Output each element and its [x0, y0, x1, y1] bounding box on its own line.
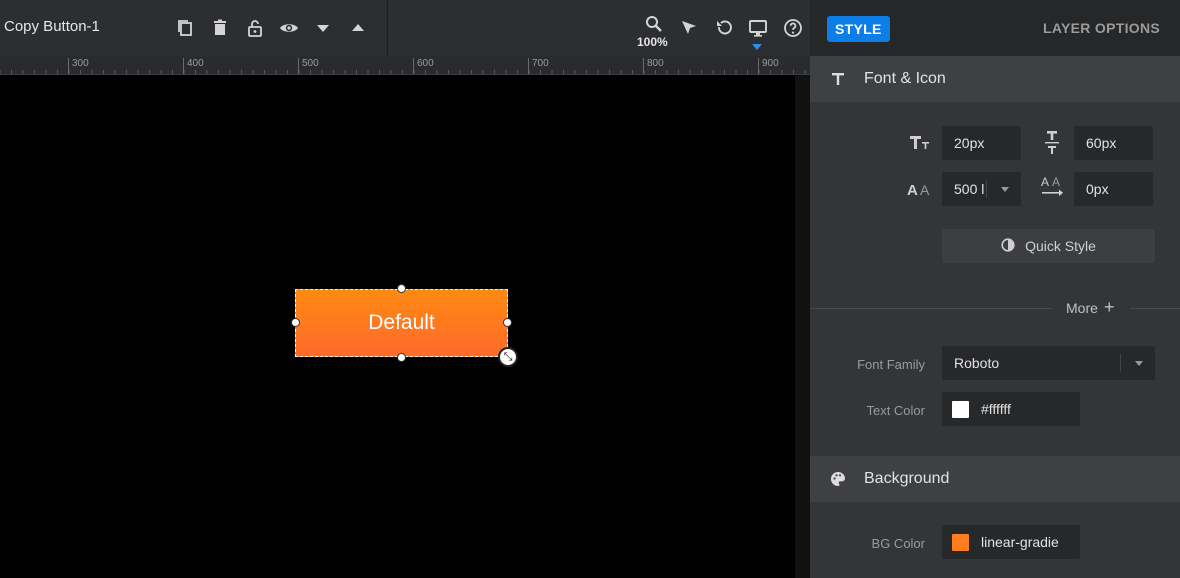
- tab-style[interactable]: STYLE: [827, 16, 890, 42]
- ruler-ticks: [0, 70, 806, 74]
- zoom-icon[interactable]: [642, 10, 666, 38]
- svg-text:A: A: [920, 182, 930, 197]
- resize-handle-left[interactable]: [291, 318, 300, 327]
- line-height-icon: [1038, 129, 1066, 157]
- move-up-icon[interactable]: [346, 14, 370, 42]
- line-height-value: 60px: [1086, 135, 1117, 151]
- svg-text:A: A: [1052, 175, 1060, 189]
- quick-style-button[interactable]: Quick Style: [942, 229, 1155, 263]
- svg-text:A: A: [1041, 175, 1049, 189]
- text-color-picker[interactable]: #ffffff: [942, 392, 1080, 426]
- ruler-label: 900: [758, 58, 779, 74]
- letter-spacing-value: 0px: [1086, 181, 1109, 197]
- section-title: Font & Icon: [864, 70, 946, 87]
- divider: [810, 308, 1052, 309]
- select-divider: [1120, 354, 1121, 372]
- layer-title: Copy Button-1: [4, 18, 100, 35]
- more-toggle-row: More +: [810, 296, 1180, 320]
- font-size-icon: [906, 129, 934, 157]
- text-color-value: #ffffff: [981, 401, 1011, 417]
- diagonal-resize-icon[interactable]: ⤡: [498, 347, 518, 367]
- device-active-caret: [752, 44, 762, 50]
- quick-style-label: Quick Style: [1025, 238, 1096, 254]
- bg-color-label: BG Color: [871, 536, 925, 551]
- more-link[interactable]: More: [1066, 300, 1098, 316]
- section-background[interactable]: Background: [810, 456, 1180, 502]
- font-family-value: Roboto: [954, 355, 1000, 371]
- ruler-label: 600: [413, 58, 434, 74]
- palette-icon: [828, 469, 848, 489]
- bg-color-value: linear-gradie: [981, 534, 1059, 550]
- letter-spacing-icon: AA: [1038, 173, 1066, 201]
- panel-tabs: STYLE LAYER OPTIONS: [810, 0, 1180, 56]
- chevron-down-icon: [1135, 361, 1143, 366]
- font-size-value: 20px: [954, 135, 985, 151]
- ruler-label: 800: [643, 58, 664, 74]
- help-icon[interactable]: [781, 14, 805, 42]
- ruler-label: 700: [528, 58, 549, 74]
- selected-button-layer[interactable]: Default: [295, 289, 508, 357]
- ruler-label: 500: [298, 58, 319, 74]
- ruler-label: 400: [183, 58, 204, 74]
- font-weight-select[interactable]: 500 l: [942, 172, 1021, 206]
- resize-handle-top[interactable]: [397, 284, 406, 293]
- line-height-input[interactable]: 60px: [1074, 126, 1153, 160]
- divider: [1130, 308, 1180, 309]
- editor-toolbar: Copy Button-1 100%: [0, 0, 810, 56]
- font-weight-value: 500 l: [954, 181, 985, 197]
- lock-icon[interactable]: [243, 14, 267, 42]
- desktop-icon[interactable]: [746, 14, 770, 42]
- tab-layer-options[interactable]: LAYER OPTIONS: [1043, 20, 1160, 36]
- letter-spacing-input[interactable]: 0px: [1074, 172, 1153, 206]
- bg-color-swatch[interactable]: [952, 534, 969, 551]
- canvas-scrollbar[interactable]: [795, 75, 810, 578]
- text-color-swatch[interactable]: [952, 401, 969, 418]
- eye-icon[interactable]: [277, 14, 301, 42]
- svg-text:A: A: [907, 182, 918, 197]
- move-down-icon[interactable]: [311, 14, 335, 42]
- properties-panel: STYLE LAYER OPTIONS Font & Icon 20px 60p…: [810, 0, 1180, 578]
- resize-handle-bottom[interactable]: [397, 353, 406, 362]
- text-color-label: Text Color: [866, 403, 925, 418]
- select-divider: [986, 180, 987, 198]
- zoom-level: 100%: [637, 35, 668, 49]
- font-size-input[interactable]: 20px: [942, 126, 1021, 160]
- section-font-icon[interactable]: Font & Icon: [810, 56, 1180, 102]
- ruler-label: 300: [68, 58, 89, 74]
- plus-icon[interactable]: +: [1104, 297, 1115, 318]
- trash-icon[interactable]: [208, 14, 232, 42]
- font-family-label: Font Family: [857, 357, 925, 372]
- font-weight-icon: AA: [906, 175, 934, 203]
- undo-icon[interactable]: [712, 14, 736, 42]
- font-family-select[interactable]: Roboto: [942, 346, 1155, 380]
- resize-handle-right[interactable]: [503, 318, 512, 327]
- pointer-icon[interactable]: [677, 14, 701, 42]
- horizontal-ruler[interactable]: 300 400 500 600 700 800 900: [0, 56, 810, 75]
- copy-icon[interactable]: [173, 14, 197, 42]
- chevron-down-icon: [1001, 187, 1009, 192]
- contrast-icon: [1001, 237, 1015, 255]
- bg-color-picker[interactable]: linear-gradie: [942, 525, 1080, 559]
- section-title: Background: [864, 470, 950, 487]
- toolbar-divider: [387, 0, 388, 56]
- text-format-icon: [828, 69, 848, 89]
